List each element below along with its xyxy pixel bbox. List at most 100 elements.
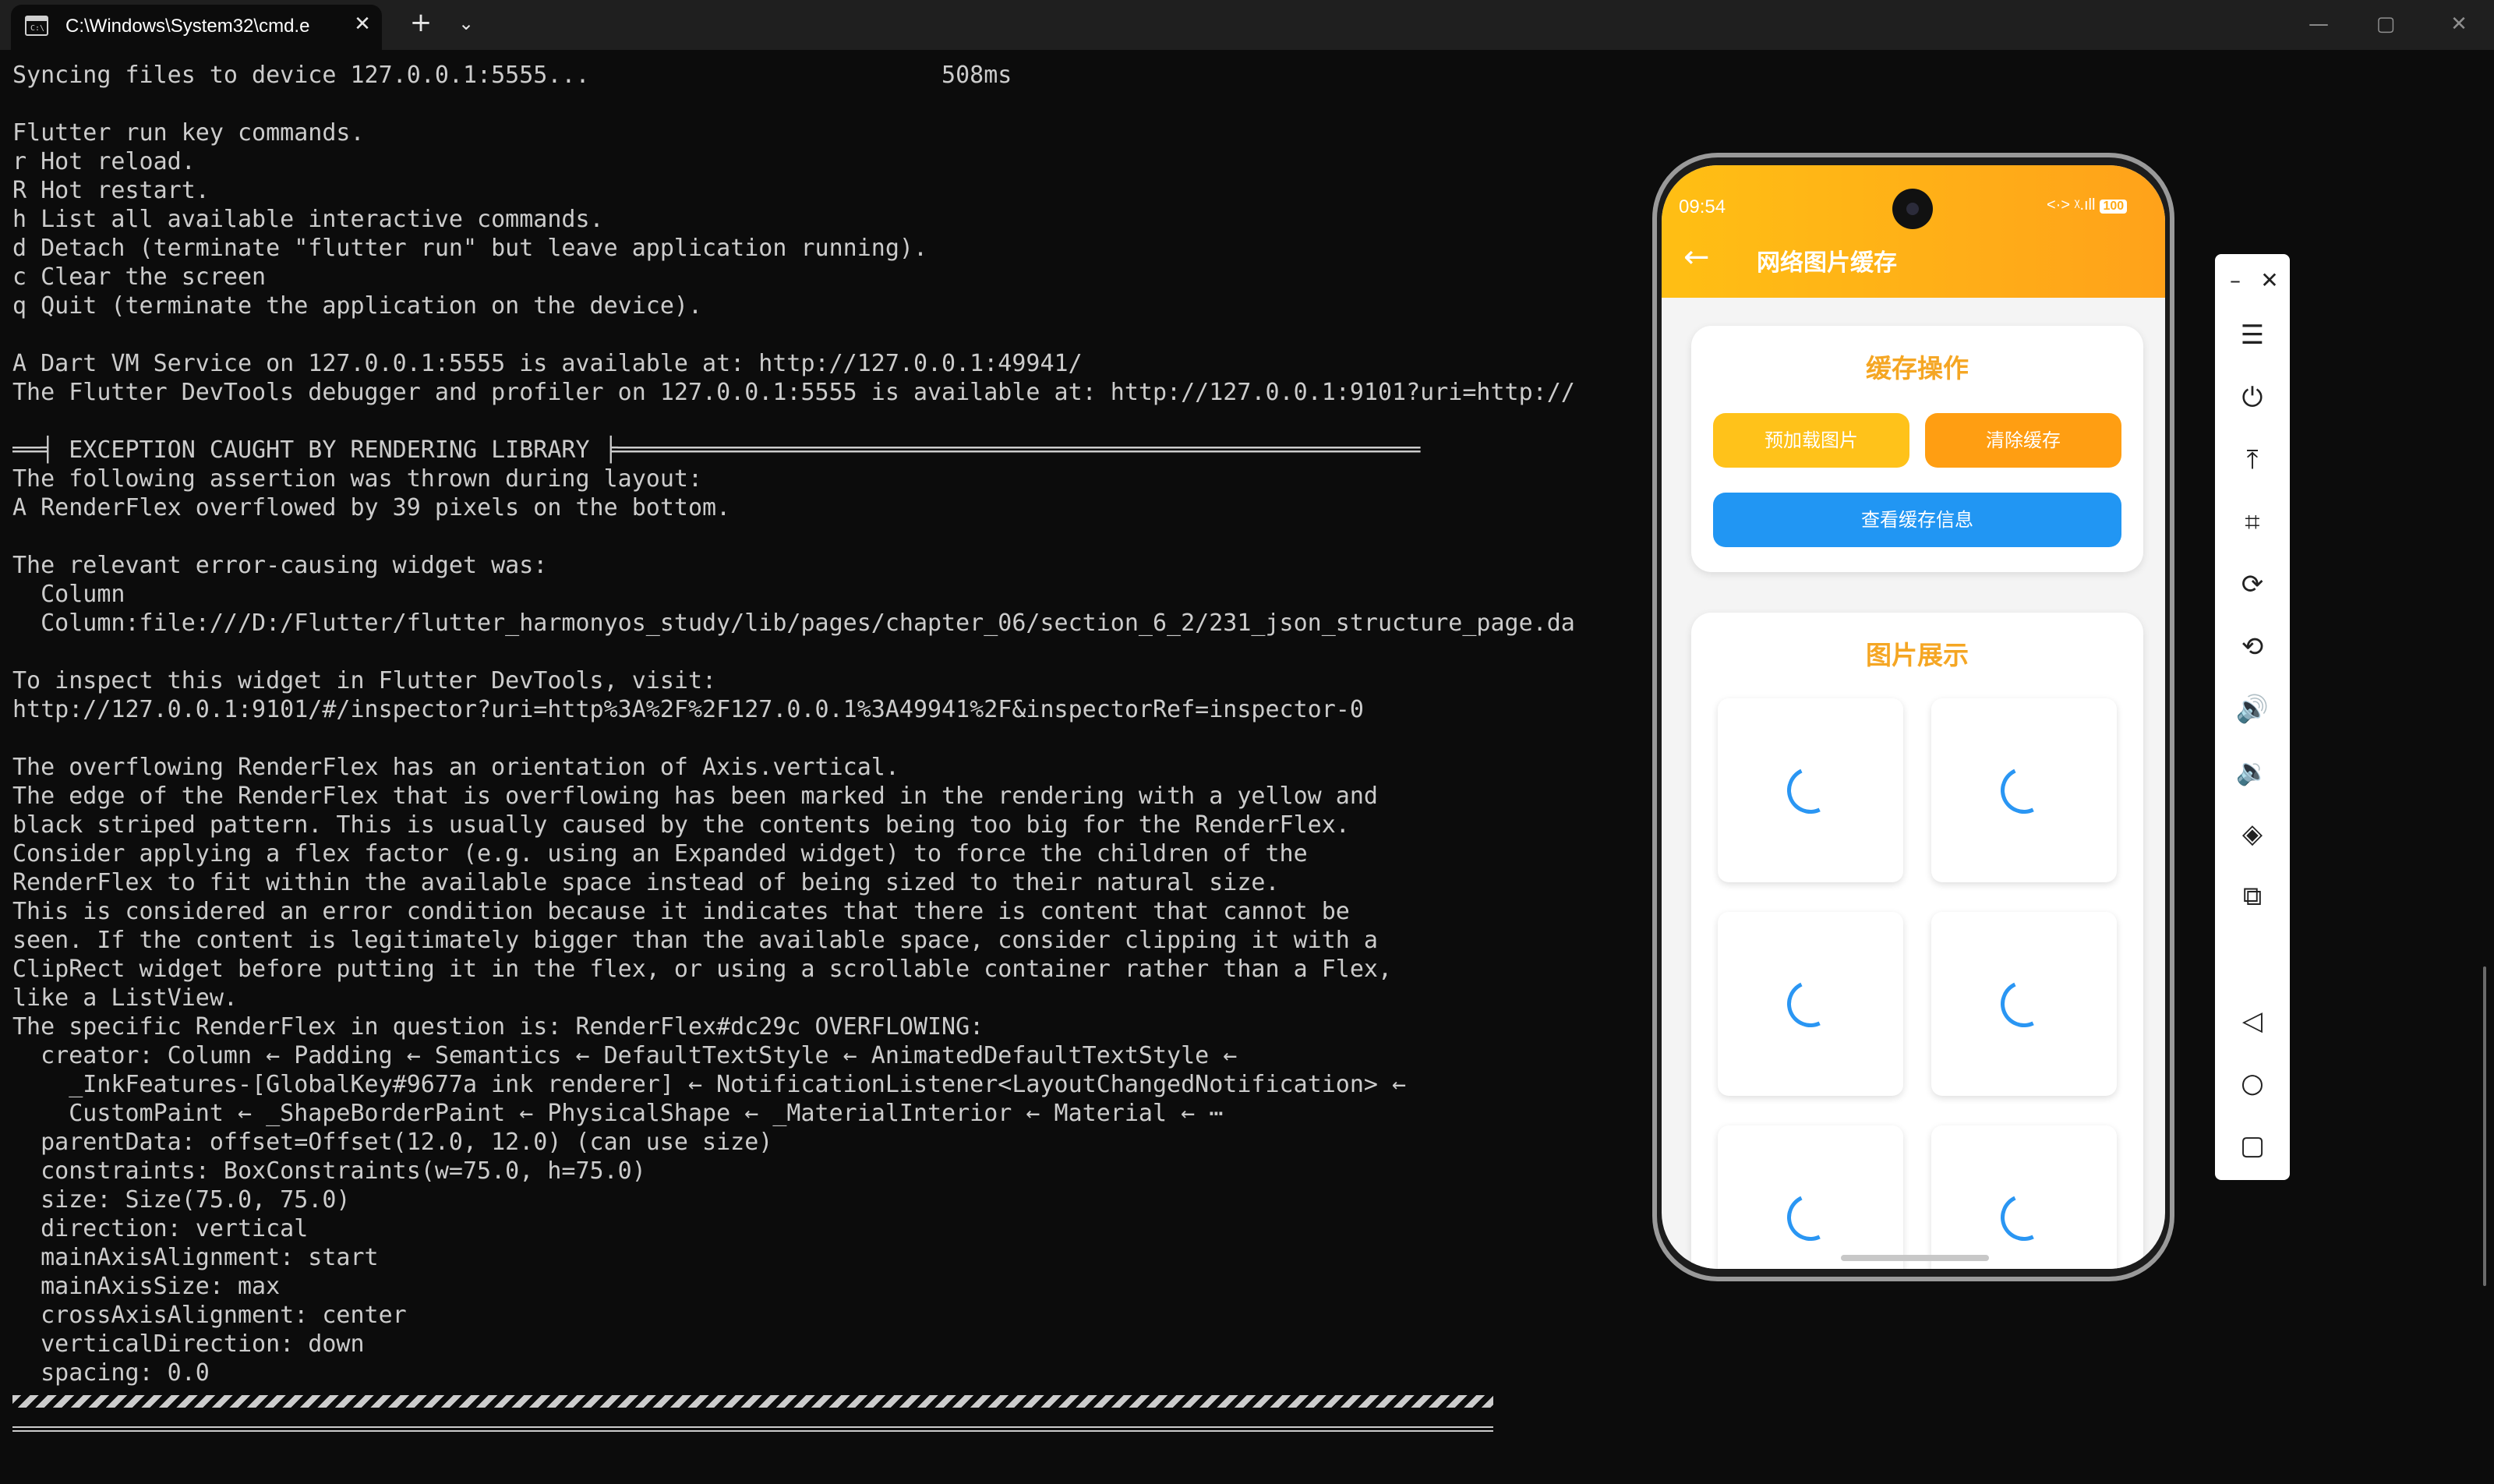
signal-icon: <·> ᵡ.ıll: [2047, 196, 2096, 214]
multi-device-icon[interactable]: ⧉: [2231, 874, 2274, 918]
image-gallery-card: 图片展示: [1691, 613, 2143, 1269]
cache-card-title: 缓存操作: [1866, 353, 1969, 383]
loading-spinner-icon: [1994, 973, 2054, 1034]
terminal-line: Column: [12, 581, 125, 608]
tab-dropdown-icon[interactable]: ⌄: [450, 8, 482, 39]
nav-back-icon[interactable]: ◁: [2231, 999, 2274, 1043]
clear-cache-button[interactable]: 清除缓存: [1925, 413, 2121, 468]
terminal-line: The specific RenderFlex in question is: …: [12, 1013, 984, 1041]
terminal-line: The Flutter DevTools debugger and profil…: [12, 379, 1575, 406]
terminal-line: Consider applying a flex factor (e.g. us…: [12, 840, 1308, 867]
loading-spinner-icon: [1780, 760, 1841, 821]
terminal-line: size: Size(75.0, 75.0): [12, 1186, 351, 1214]
image-tile[interactable]: [1931, 912, 2117, 1096]
arrow-back-icon[interactable]: ←: [1683, 240, 1710, 274]
cmd-terminal-icon: C:\: [25, 16, 48, 36]
terminal-tab[interactable]: C:\ C:\Windows\System32\cmd.e ✕: [11, 5, 382, 50]
loading-spinner-icon: [1780, 1187, 1841, 1248]
terminal-line: mainAxisSize: max: [12, 1273, 281, 1300]
volume-down-icon[interactable]: 🔉: [2231, 750, 2274, 793]
terminal-line: Syncing files to device 127.0.0.1:5555..…: [12, 62, 1012, 89]
terminal-line: spacing: 0.0: [12, 1359, 210, 1387]
terminal-line: A Dart VM Service on 127.0.0.1:5555 is a…: [12, 350, 1083, 377]
cache-operations-card: 缓存操作 预加载图片 清除缓存 查看缓存信息: [1691, 326, 2143, 572]
terminal-line: The edge of the RenderFlex that is overf…: [12, 783, 1378, 810]
tab-close-icon[interactable]: ✕: [351, 12, 374, 36]
terminal-line: h List all available interactive command…: [12, 206, 604, 233]
terminal-titlebar: C:\ C:\Windows\System32\cmd.e ✕ + ⌄ — ▢ …: [0, 0, 2494, 50]
terminal-line: The following assertion was thrown durin…: [12, 465, 703, 493]
terminal-output[interactable]: Syncing files to device 127.0.0.1:5555..…: [12, 61, 1649, 1387]
new-tab-button[interactable]: +: [405, 8, 436, 39]
volume-up-icon[interactable]: 🔊: [2231, 687, 2274, 731]
image-tile[interactable]: [1718, 1125, 1903, 1269]
close-icon[interactable]: ✕: [2254, 265, 2285, 296]
phone-screen[interactable]: 09:54 <·> ᵡ.ıll 100 ← 网络图片缓存 缓存操作 预加载图片 清…: [1662, 165, 2165, 1269]
gallery-card-title: 图片展示: [1866, 640, 1969, 670]
terminal-line: direction: vertical: [12, 1215, 309, 1242]
nav-recent-icon[interactable]: ▢: [2231, 1124, 2274, 1168]
rotate-ccw-icon[interactable]: ⟲: [2231, 625, 2274, 669]
terminal-line: This is considered an error condition be…: [12, 898, 1350, 925]
terminal-line: The overflowing RenderFlex has an orient…: [12, 754, 899, 781]
crop-icon[interactable]: ⌗: [2231, 500, 2274, 544]
home-indicator[interactable]: [1841, 1255, 1989, 1261]
image-tile[interactable]: [1931, 1125, 2117, 1269]
terminal-line: http://127.0.0.1:9101/#/inspector?uri=ht…: [12, 696, 1364, 723]
terminal-line: A RenderFlex overflowed by 39 pixels on …: [12, 494, 731, 521]
terminal-line: mainAxisAlignment: start: [12, 1244, 379, 1271]
terminal-line: d Detach (terminate "flutter run" but le…: [12, 235, 927, 262]
terminal-line: RenderFlex to fit within the available s…: [12, 869, 1280, 896]
image-tile[interactable]: [1718, 912, 1903, 1096]
status-time: 09:54: [1679, 196, 1726, 217]
terminal-line: like a ListView.: [12, 984, 238, 1012]
terminal-line: CustomPaint ← _ShapeBorderPaint ← Physic…: [12, 1100, 1224, 1127]
maximize-button[interactable]: ▢: [2351, 0, 2421, 48]
terminal-line: parentData: offset=Offset(12.0, 12.0) (c…: [12, 1129, 773, 1156]
terminal-line: R Hot restart.: [12, 177, 210, 204]
app-bar: 09:54 <·> ᵡ.ıll 100 ← 网络图片缓存: [1662, 165, 2165, 298]
preload-images-button[interactable]: 预加载图片: [1713, 413, 1909, 468]
terminal-line: Flutter run key commands.: [12, 119, 365, 147]
battery-icon: 100: [2100, 200, 2128, 214]
power-icon[interactable]: ⏻: [2231, 376, 2274, 419]
terminal-line: To inspect this widget in Flutter DevToo…: [12, 667, 717, 694]
terminal-line: _InkFeatures-[GlobalKey#9677a ink render…: [12, 1071, 1407, 1098]
terminal-line: verticalDirection: down: [12, 1330, 365, 1358]
menu-icon[interactable]: ☰: [2231, 313, 2274, 357]
terminal-line: seen. If the content is legitimately big…: [12, 927, 1378, 954]
terminal-line: crossAxisAlignment: center: [12, 1302, 407, 1329]
view-cache-info-button[interactable]: 查看缓存信息: [1713, 493, 2121, 547]
app-title: 网络图片缓存: [1757, 249, 1897, 277]
terminal-line: q Quit (terminate the application on the…: [12, 292, 703, 320]
close-window-button[interactable]: ✕: [2424, 0, 2494, 48]
terminal-scrollbar[interactable]: [2483, 966, 2486, 1286]
terminal-double-rule: [12, 1426, 1493, 1432]
minimize-icon[interactable]: –: [2220, 265, 2251, 296]
loading-spinner-icon: [1994, 760, 2054, 821]
upload-icon[interactable]: ⤒: [2231, 438, 2274, 482]
terminal-line: c Clear the screen: [12, 263, 267, 291]
image-tile[interactable]: [1718, 698, 1903, 882]
terminal-line: The relevant error-causing widget was:: [12, 552, 548, 579]
terminal-line: ClipRect widget before putting it in the…: [12, 956, 1393, 983]
terminal-line: ══╡ EXCEPTION CAUGHT BY RENDERING LIBRAR…: [12, 436, 1421, 464]
front-camera-icon: [1892, 189, 1933, 229]
terminal-line: r Hot reload.: [12, 148, 196, 175]
emulator-toolbar: – ✕ ☰ ⏻ ⤒ ⌗ ⟳ ⟲ 🔊 🔉 ◈ ⧉ ◁ ○ ▢: [2215, 254, 2290, 1180]
tab-title: C:\Windows\System32\cmd.e: [65, 16, 310, 37]
image-tile[interactable]: [1931, 698, 2117, 882]
terminal-line: creator: Column ← Padding ← Semantics ← …: [12, 1042, 1238, 1069]
nav-home-icon[interactable]: ○: [2231, 1062, 2274, 1105]
overflow-hatch-divider: [12, 1395, 1493, 1408]
terminal-line: Column:file:///D:/Flutter/flutter_harmon…: [12, 610, 1575, 637]
terminal-line: constraints: BoxConstraints(w=75.0, h=75…: [12, 1157, 646, 1185]
minimize-button[interactable]: —: [2284, 0, 2354, 48]
screenshot-icon[interactable]: ◈: [2231, 812, 2274, 856]
terminal-line: black striped pattern. This is usually c…: [12, 811, 1350, 839]
rotate-icon[interactable]: ⟳: [2231, 563, 2274, 606]
loading-spinner-icon: [1780, 973, 1841, 1034]
